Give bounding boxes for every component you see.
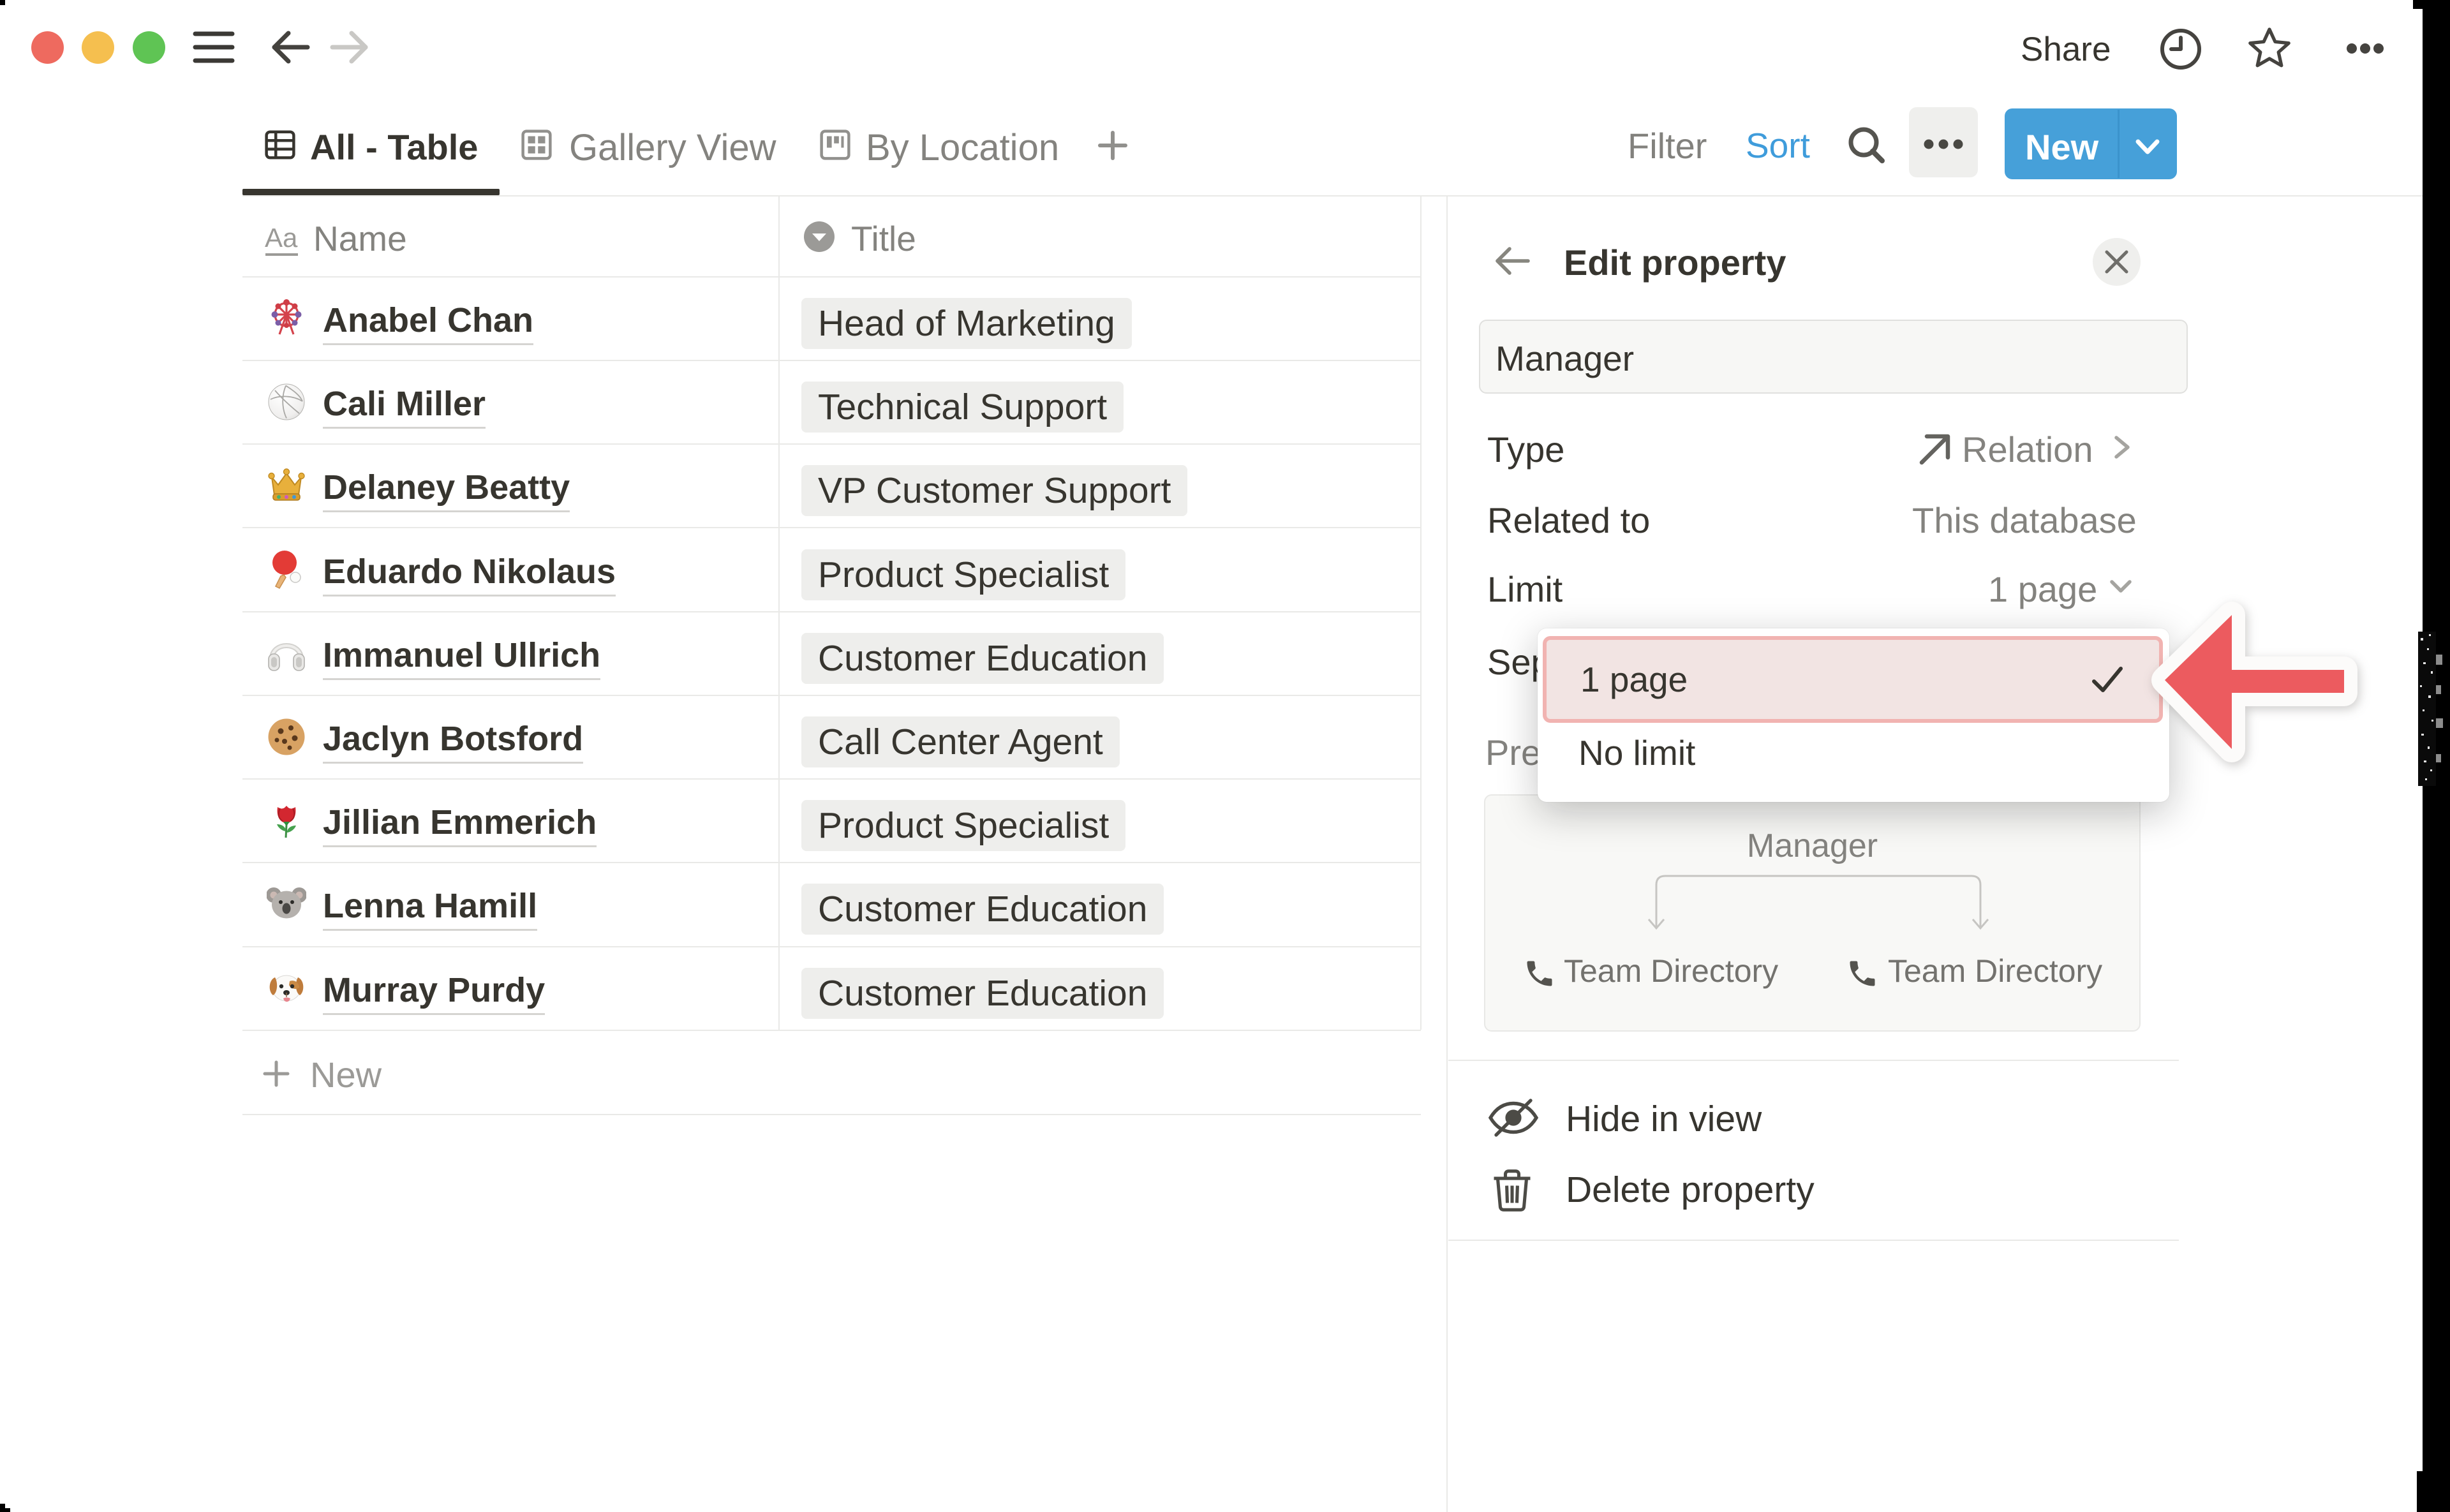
svg-text:Aa: Aa <box>265 223 298 253</box>
